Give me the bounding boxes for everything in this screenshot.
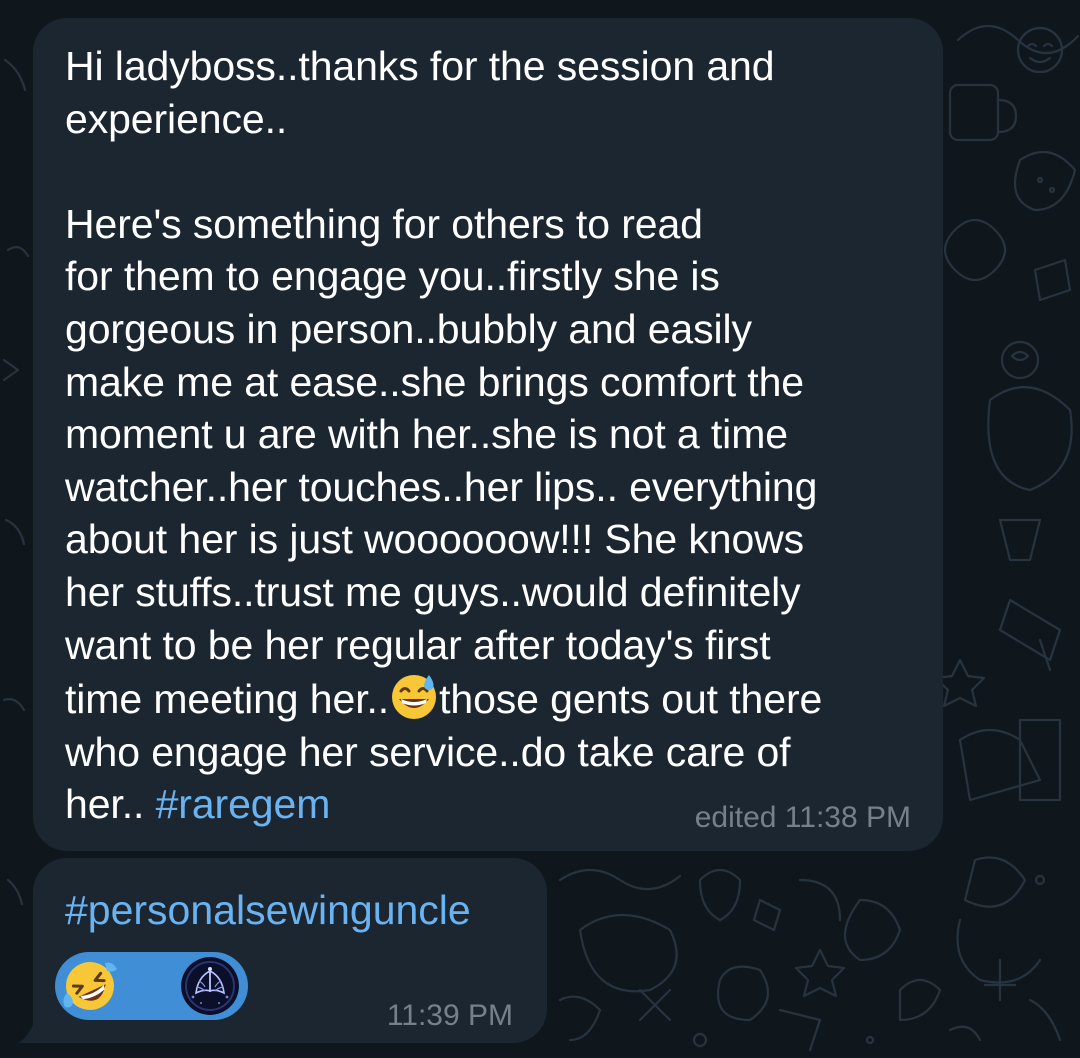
- message-timestamp: edited 11:38 PM: [694, 801, 911, 834]
- reactor-avatar: [181, 957, 239, 1015]
- reaction-chip[interactable]: [55, 952, 248, 1020]
- message-timestamp: 11:39 PM: [386, 999, 513, 1032]
- message-text: Hi ladyboss..thanks for the session and …: [65, 43, 823, 828]
- hashtag-link[interactable]: #raregem: [156, 781, 331, 827]
- message-bubble-incoming[interactable]: #personalsewinguncle 11:39 PM: [33, 858, 547, 1043]
- rolling-on-the-floor-laughing-icon: [63, 962, 117, 1010]
- grinning-face-with-sweat-icon: [392, 675, 437, 720]
- message-bubble-incoming[interactable]: Hi ladyboss..thanks for the session and …: [33, 18, 943, 851]
- hashtag-link[interactable]: #personalsewinguncle: [65, 884, 471, 936]
